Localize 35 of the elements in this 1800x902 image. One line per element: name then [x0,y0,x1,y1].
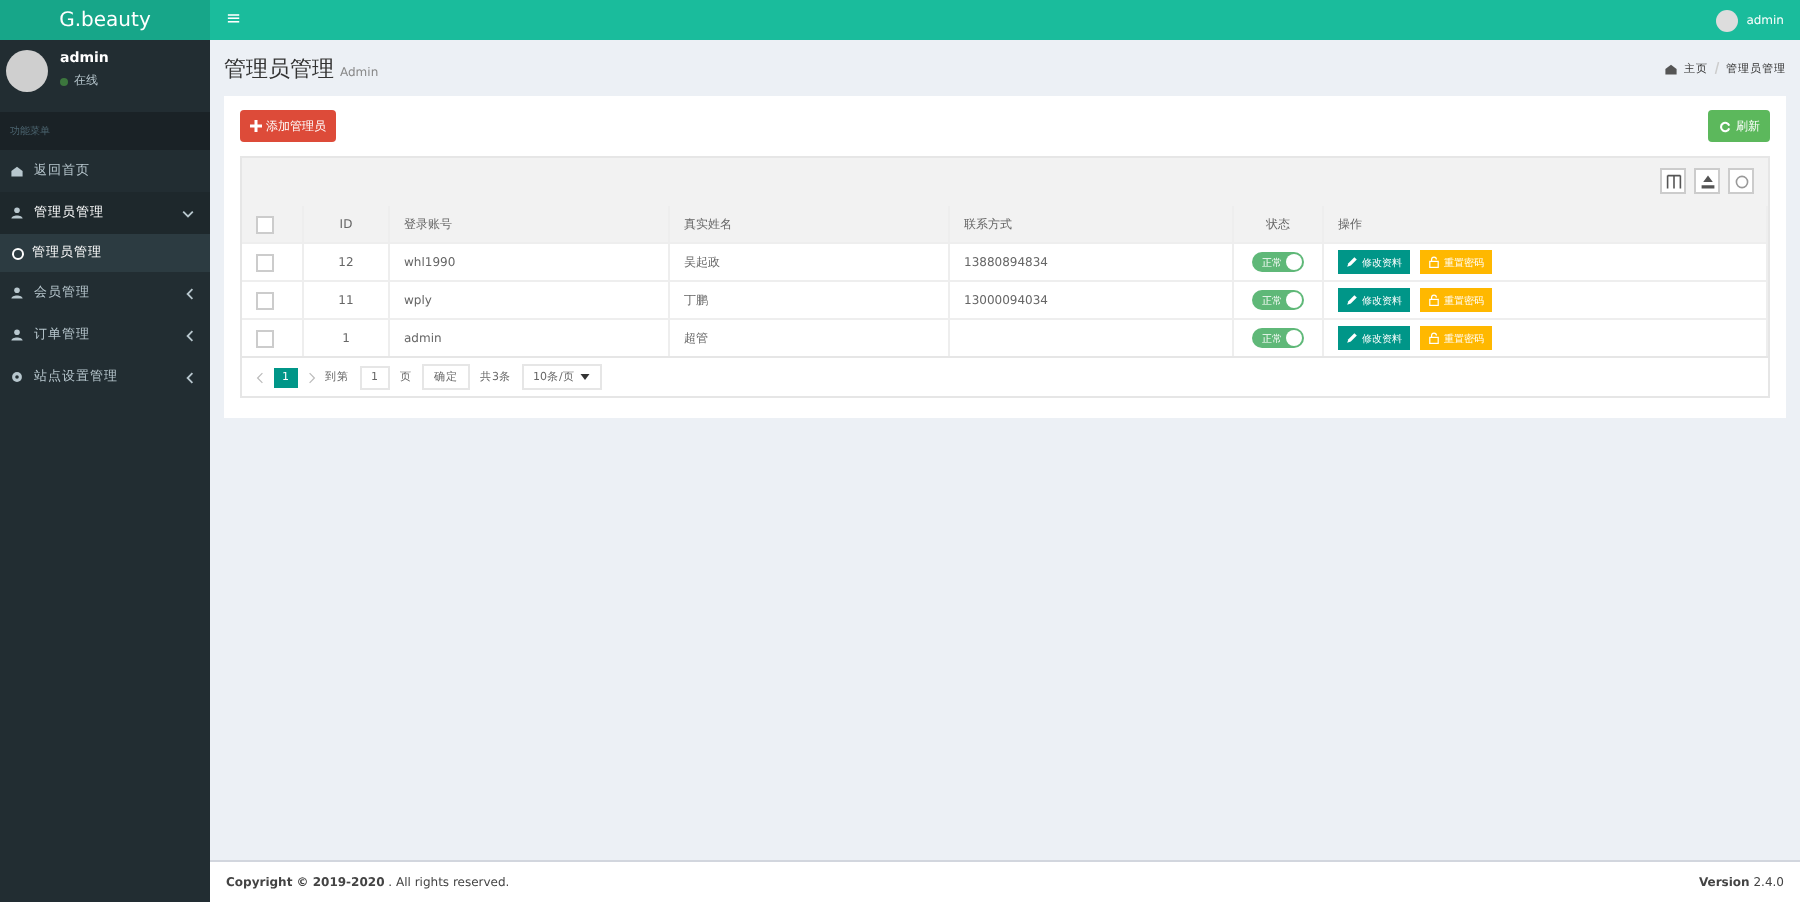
home-icon [1664,61,1678,75]
avatar [1716,9,1739,31]
chevron-left-icon [186,329,194,341]
pencil-icon [1346,332,1358,344]
previous-page-icon[interactable] [256,371,264,383]
checkbox[interactable] [256,253,274,271]
chevron-down-icon [182,209,194,217]
avatar [6,50,48,92]
next-page-icon[interactable] [307,371,315,383]
plus-icon [250,120,262,132]
chevron-left-icon [186,287,194,299]
checkbox[interactable] [256,291,274,309]
export-icon[interactable] [1694,168,1720,194]
circle-icon [12,247,24,259]
refresh-icon [1718,119,1732,133]
user-icon [10,286,24,300]
logo-text: G.beauty [0,0,210,40]
columns-icon[interactable] [1660,168,1686,194]
pencil-icon [1346,256,1358,268]
home-icon [10,164,24,178]
menu-icon[interactable]: ≡ [226,10,242,30]
lock-icon [1428,256,1440,268]
page-title: 管理员管理 [224,53,334,83]
caret-icon [580,374,591,380]
pencil-icon [1346,294,1358,306]
user-icon [10,328,24,342]
user-icon [10,206,24,220]
checkbox[interactable] [256,215,274,233]
checkbox[interactable] [256,329,274,347]
slash-icon [1714,62,1720,74]
lock-icon [1428,332,1440,344]
online-dot-icon [60,77,68,85]
lock-icon [1428,294,1440,306]
gear-icon [10,370,24,384]
chevron-left-icon [186,371,194,383]
